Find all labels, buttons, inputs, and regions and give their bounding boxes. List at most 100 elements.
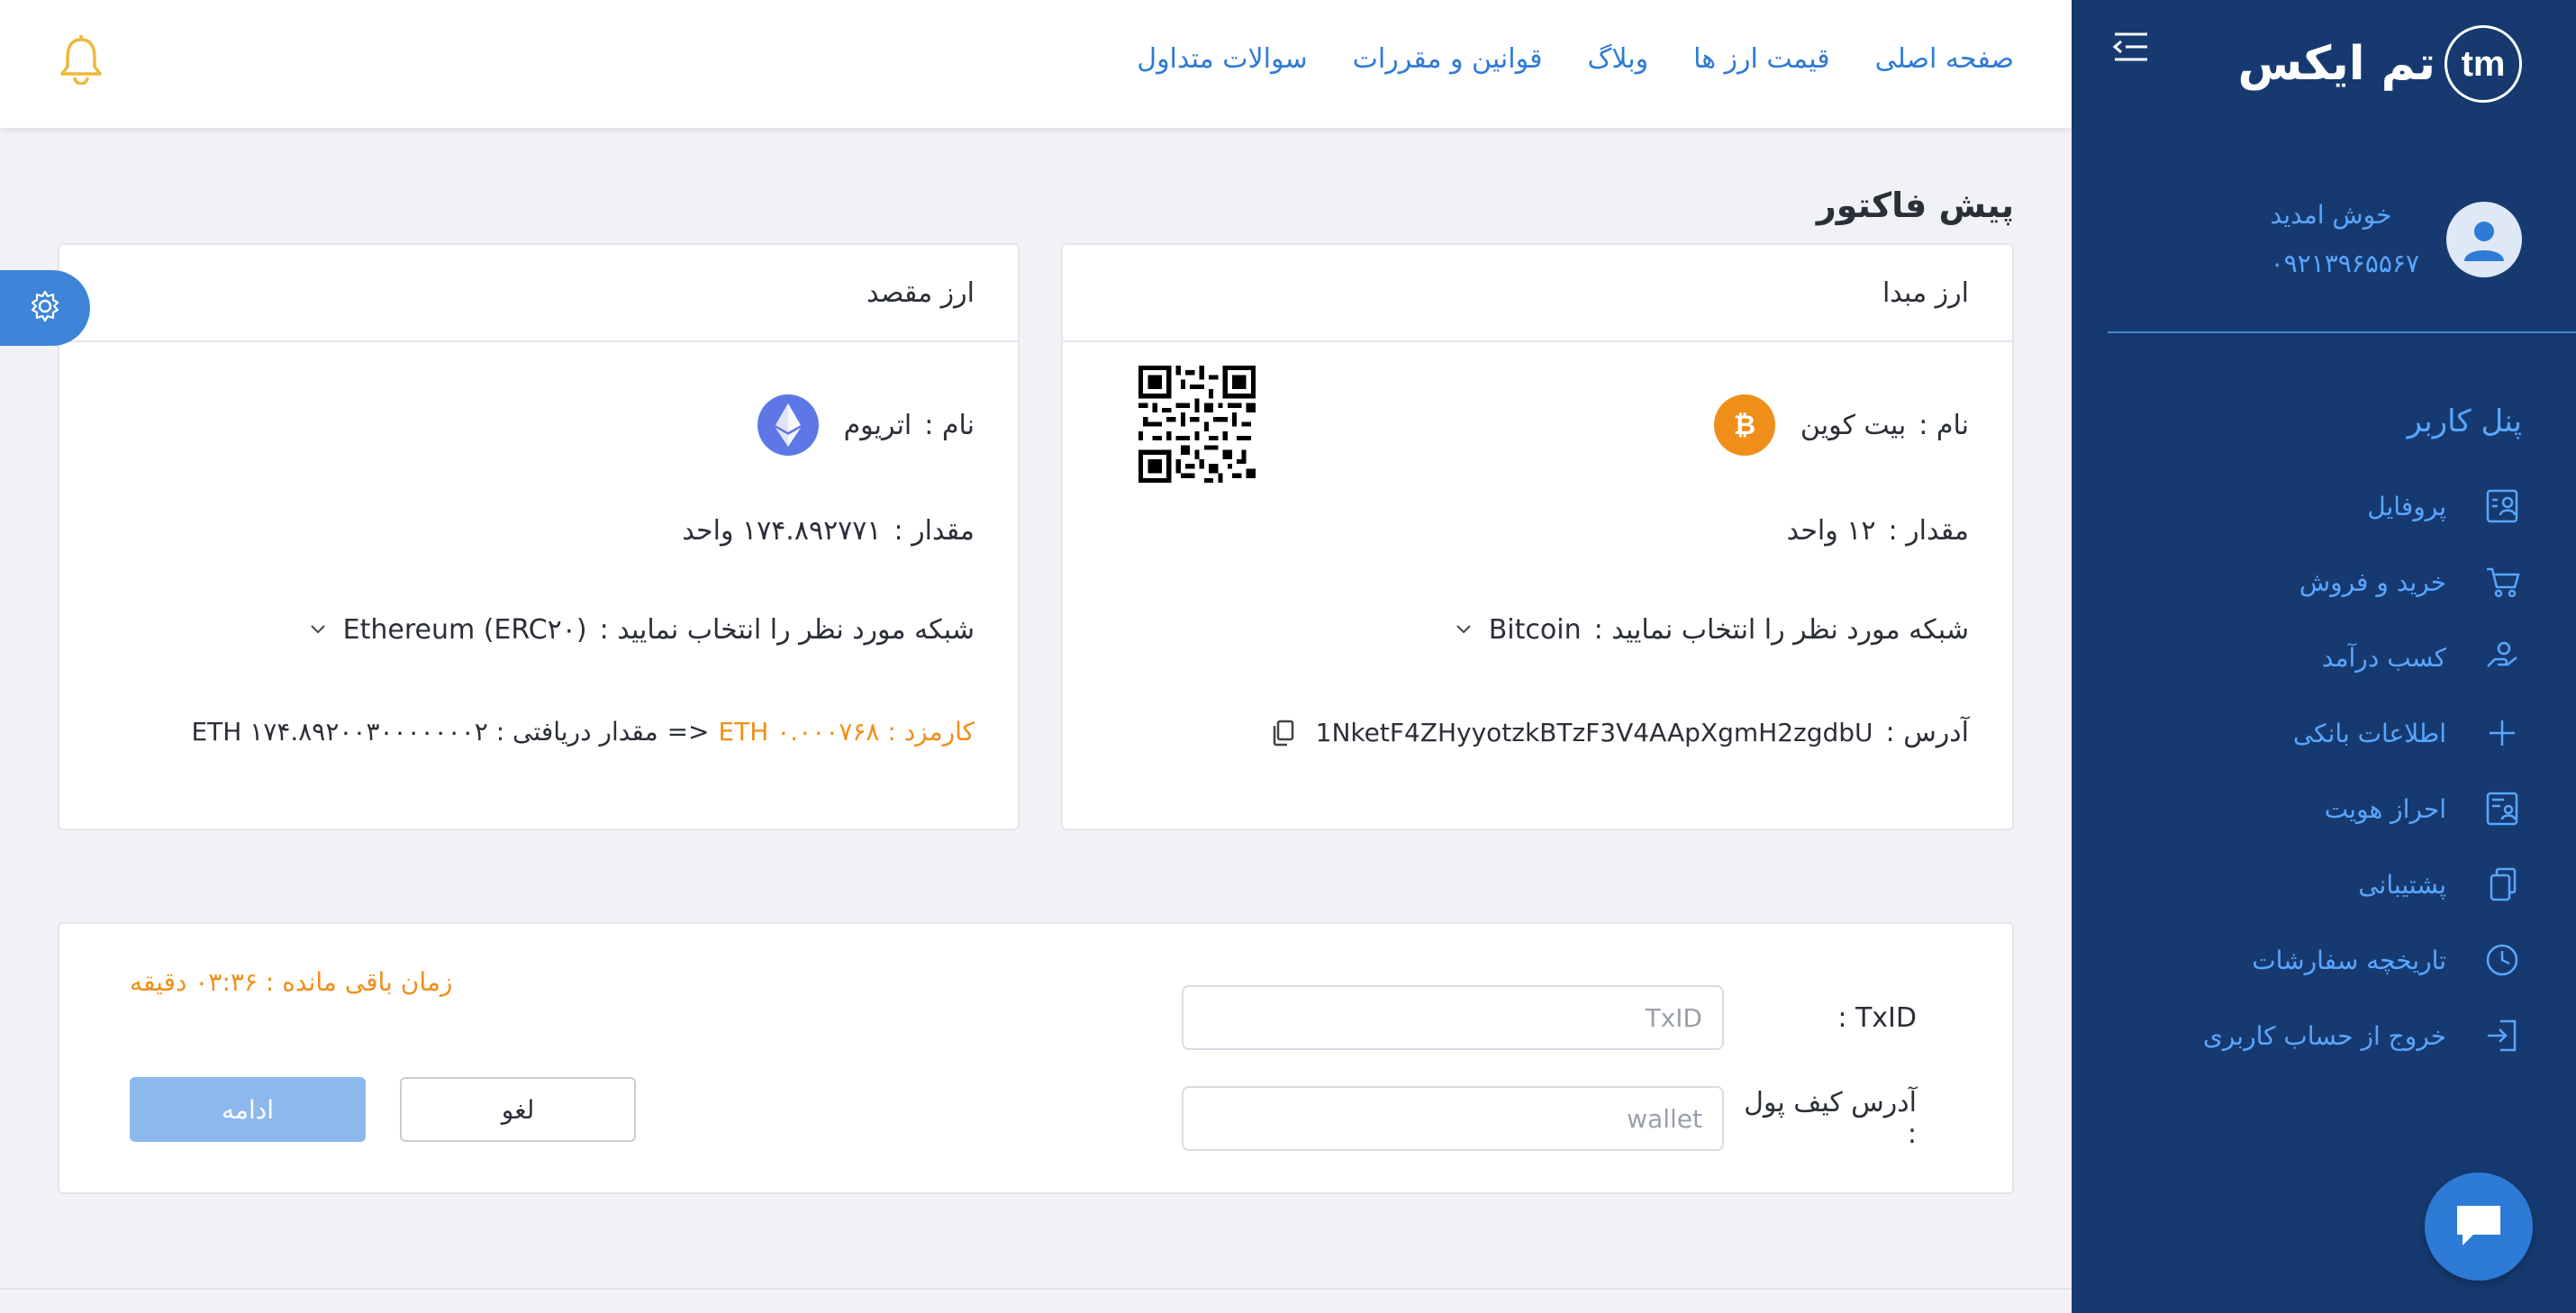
origin-network-label: شبکه مورد نظر را انتخاب نمایید : bbox=[1593, 614, 1969, 646]
sidebar-nav: پروفایل خرید و فروش کسب درآمد اطلاعات با… bbox=[2203, 468, 2522, 1073]
avatar[interactable] bbox=[2446, 202, 2522, 277]
fee-text: کارمزد : ETH ۰.۰۰۰۷۶۸ bbox=[718, 717, 975, 747]
dest-amount-row: مقدار : ۱۷۴.۸۹۲۷۷۱ واحد bbox=[682, 515, 975, 547]
chat-button[interactable] bbox=[2425, 1173, 2533, 1281]
sidebar-item-label: پشتیبانی bbox=[2358, 869, 2446, 900]
sidebar-item-bank[interactable]: اطلاعات بانکی bbox=[2203, 695, 2522, 771]
sidebar-item-trade[interactable]: خرید و فروش bbox=[2203, 544, 2522, 620]
origin-address-label: آدرس : bbox=[1885, 717, 1969, 748]
origin-coin-name: بیت کوین bbox=[1800, 409, 1907, 441]
dest-network-label: شبکه مورد نظر را انتخاب نمایید : bbox=[599, 614, 975, 646]
id-card-icon bbox=[2482, 789, 2522, 829]
panel-title: پنل کاربر bbox=[2407, 403, 2522, 439]
origin-amount-label: مقدار : bbox=[1888, 515, 1969, 547]
cart-icon bbox=[2482, 562, 2522, 602]
sidebar-item-orders[interactable]: تاریخچه سفارشات bbox=[2203, 922, 2522, 998]
brand-logo: tm bbox=[2444, 25, 2522, 103]
profile-icon bbox=[2482, 486, 2522, 526]
sidebar-item-logout[interactable]: خروج از حساب کاربری bbox=[2203, 998, 2522, 1073]
nav-prices[interactable]: قیمت ارز ها bbox=[1693, 43, 1830, 75]
footer-divider bbox=[0, 1288, 2072, 1290]
brand[interactable]: tm تم ایکس bbox=[2237, 25, 2522, 103]
cancel-button[interactable]: لغو bbox=[400, 1077, 636, 1142]
nav-blog[interactable]: وبلاگ bbox=[1587, 43, 1648, 75]
bell-icon[interactable] bbox=[58, 34, 104, 86]
origin-card: ارز مبدا نام : بیت کوین ₿ مقدار: ۱۲ واح… bbox=[1061, 243, 2014, 830]
bitcoin-icon: ₿ bbox=[1713, 394, 1775, 456]
sidebar-item-support[interactable]: پشتیبانی bbox=[2203, 847, 2522, 922]
nav-rules[interactable]: قوانین و مقررات bbox=[1353, 43, 1543, 75]
top-header: صفحه اصلی قیمت ارز ها وبلاگ قوانین و مقر… bbox=[0, 0, 2072, 128]
settings-button[interactable] bbox=[0, 270, 90, 346]
origin-name-row: نام : بیت کوین ₿ bbox=[1713, 394, 1969, 456]
continue-button[interactable]: ادامه bbox=[130, 1077, 366, 1142]
user-icon bbox=[2464, 222, 2504, 261]
ethereum-icon bbox=[757, 394, 819, 456]
origin-network-select[interactable]: Bitcoin bbox=[1455, 614, 1582, 646]
user-phone: ۰۹۲۱۳۹۶۵۵۶۷ bbox=[2270, 249, 2419, 278]
wallet-label: آدرس کیف پول : bbox=[1744, 1087, 1917, 1150]
sidebar-item-label: احراز هویت bbox=[2324, 793, 2446, 824]
sidebar-item-label: خرید و فروش bbox=[2299, 566, 2446, 597]
chat-icon bbox=[2452, 1200, 2506, 1253]
user-block: خوش امدید ۰۹۲۱۳۹۶۵۵۶۷ bbox=[2271, 191, 2522, 288]
origin-address[interactable]: 1NketF4ZHyyotzkBTzF3V4AApXgmH2zgdbU bbox=[1316, 718, 1873, 747]
dest-amount: ۱۷۴.۸۹۲۷۷۱ واحد bbox=[682, 515, 882, 547]
txid-row: TxID : bbox=[1182, 985, 1917, 1050]
dest-network-row: شبکه مورد نظر را انتخاب نمایید : Ethereu… bbox=[309, 614, 975, 646]
chevron-down-icon bbox=[309, 619, 327, 641]
logout-icon bbox=[2482, 1016, 2522, 1055]
earn-icon bbox=[2482, 638, 2522, 677]
welcome-text: خوش امدید bbox=[2270, 200, 2392, 230]
sidebar-item-label: کسب درآمد bbox=[2321, 642, 2446, 673]
origin-amount: ۱۲ واحد bbox=[1786, 515, 1876, 547]
origin-address-row: آدرس : 1NketF4ZHyyotzkBTzF3V4AApXgmH2zgd… bbox=[1271, 717, 1969, 748]
sidebar-item-label: خروج از حساب کاربری bbox=[2202, 1020, 2446, 1051]
wallet-address-input[interactable] bbox=[1182, 1086, 1724, 1151]
top-nav: صفحه اصلی قیمت ارز ها وبلاگ قوانین و مقر… bbox=[1137, 43, 2014, 75]
chevron-down-icon bbox=[1455, 619, 1473, 641]
sidebar-item-kyc[interactable]: احراز هویت bbox=[2203, 771, 2522, 847]
support-icon bbox=[2482, 865, 2522, 904]
origin-network-row: شبکه مورد نظر را انتخاب نمایید : Bitcoin bbox=[1455, 614, 1969, 646]
sidebar-item-label: اطلاعات بانکی bbox=[2292, 718, 2446, 748]
wallet-row: آدرس کیف پول : bbox=[1182, 1086, 1917, 1151]
nav-home[interactable]: صفحه اصلی bbox=[1875, 43, 2014, 75]
dest-name-label: نام : bbox=[924, 409, 975, 441]
svg-text:₿: ₿ bbox=[1734, 410, 1755, 441]
dest-coin-name: اتریوم bbox=[843, 409, 912, 441]
nav-faq[interactable]: سوالات متداول bbox=[1137, 43, 1307, 75]
dest-network-value: Ethereum (ERC۲۰) bbox=[342, 614, 587, 646]
txid-label: TxID : bbox=[1837, 1001, 1917, 1034]
destination-card: ارز مقصد نام : اتریوم مقدار : ۱۷۴.۸۹۲۷۷۱… bbox=[58, 243, 1020, 830]
sidebar-item-label: تاریخچه سفارشات bbox=[2252, 945, 2446, 975]
sidebar-divider bbox=[2108, 331, 2576, 333]
received-text: مقدار دریافتی : ETH ۱۷۴.۸۹۲۰۰۳۰۰۰۰۰۰۰۲ bbox=[191, 717, 658, 747]
qr-code[interactable] bbox=[1138, 366, 1256, 483]
plus-icon bbox=[2482, 713, 2522, 753]
dest-name-row: نام : اتریوم bbox=[757, 394, 975, 456]
sidebar-item-label: پروفایل bbox=[2367, 491, 2446, 521]
countdown-timer: زمان باقی مانده : ۰۳:۳۶ دقیقه bbox=[130, 967, 453, 997]
gear-icon bbox=[27, 288, 63, 328]
origin-network-value: Bitcoin bbox=[1488, 614, 1582, 646]
brand-name: تم ایکس bbox=[2237, 37, 2435, 91]
origin-name-label: نام : bbox=[1918, 409, 1969, 441]
payment-form-card: TxID : آدرس کیف پول : زمان باقی مانده : … bbox=[58, 922, 2014, 1194]
menu-toggle-icon[interactable] bbox=[2111, 29, 2151, 65]
dest-card-title: ارز مقصد bbox=[59, 245, 1018, 342]
dest-amount-label: مقدار : bbox=[893, 515, 975, 547]
origin-card-title: ارز مبدا bbox=[1063, 245, 2012, 342]
arrow-text: => bbox=[667, 717, 710, 747]
sidebar-item-earn[interactable]: کسب درآمد bbox=[2203, 620, 2522, 695]
page-title: پیش فاکتور bbox=[1816, 186, 2014, 225]
dest-network-select[interactable]: Ethereum (ERC۲۰) bbox=[309, 614, 587, 646]
dest-fee-row: کارمزد : ETH ۰.۰۰۰۷۶۸ => مقدار دریافتی :… bbox=[191, 717, 975, 747]
txid-input[interactable] bbox=[1182, 985, 1724, 1050]
user-info: خوش امدید ۰۹۲۱۳۹۶۵۵۶۷ bbox=[2271, 191, 2419, 288]
copy-icon[interactable] bbox=[1271, 720, 1294, 747]
clock-icon bbox=[2482, 940, 2522, 980]
sidebar-item-profile[interactable]: پروفایل bbox=[2203, 468, 2522, 544]
sidebar: tm تم ایکس خوش امدید ۰۹۲۱۳۹۶۵۵۶۷ پنل کار… bbox=[2072, 0, 2576, 1313]
origin-amount-row: مقدار : ۱۲ واحد bbox=[1787, 515, 1969, 547]
